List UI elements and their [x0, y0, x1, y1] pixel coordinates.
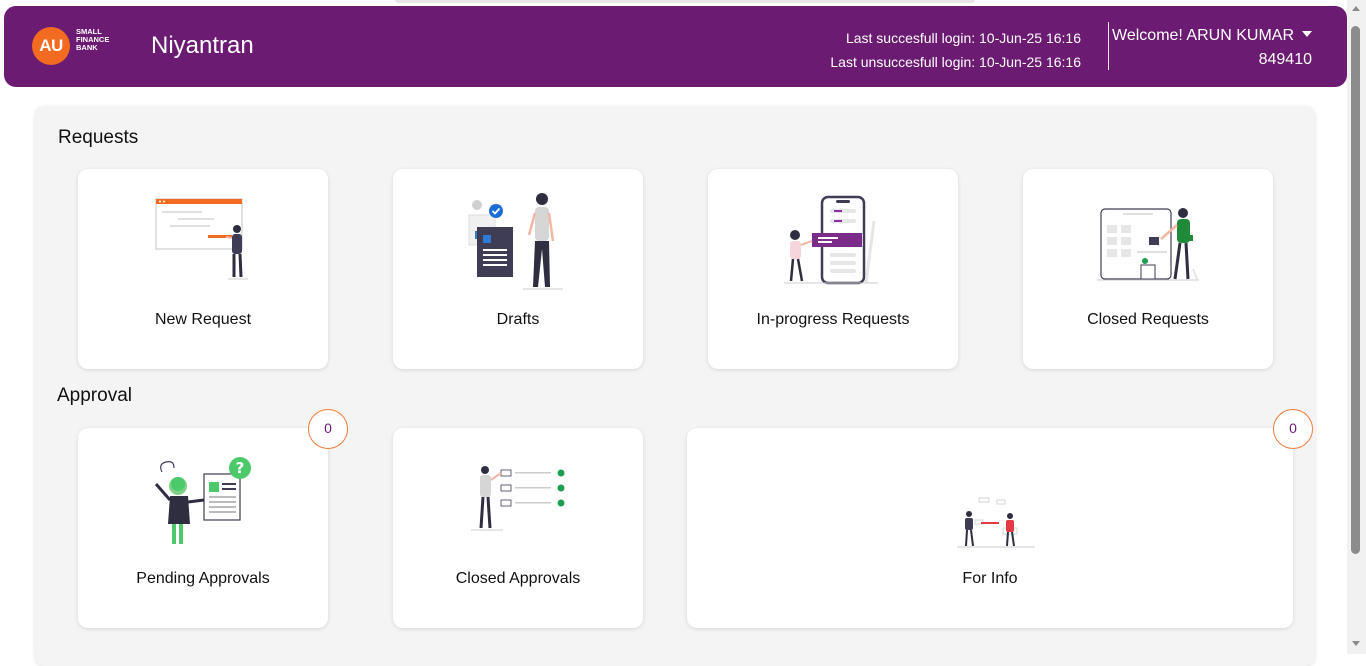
mobile-progress-illustration-icon: [784, 195, 878, 285]
au-bank-logo[interactable]: AU SMALL FINANCE BANK: [32, 26, 122, 66]
login-info: Last succesfull login: 10-Jun-25 16:16 L…: [830, 26, 1081, 74]
app-header: AU SMALL FINANCE BANK Niyantran Last suc…: [4, 6, 1347, 87]
new-request-card[interactable]: New Request: [78, 169, 328, 369]
new-request-label: New Request: [154, 311, 252, 328]
for-info-label: For Info: [962, 570, 1018, 587]
pending-approvals-card[interactable]: ? Pending Approvals: [78, 428, 328, 628]
svg-text:?: ?: [236, 459, 245, 477]
header-divider: [1108, 22, 1109, 70]
last-unsuccess-login: Last unsuccesfull login: 10-Jun-25 16:16: [830, 54, 1081, 70]
welcome-text[interactable]: Welcome! ARUN KUMAR: [1112, 27, 1294, 44]
vertical-scrollbar[interactable]: [1347, 0, 1366, 654]
pending-approvals-label: Pending Approvals: [136, 570, 270, 587]
dashboard-closed-illustration-icon: [1097, 208, 1199, 281]
in-progress-requests-label: In-progress Requests: [756, 311, 910, 328]
closed-approvals-label: Closed Approvals: [455, 570, 581, 587]
closed-requests-card[interactable]: Closed Requests: [1023, 169, 1273, 369]
last-success-login: Last succesfull login: 10-Jun-25 16:16: [845, 30, 1081, 46]
top-tab-edge: [395, 0, 975, 3]
in-progress-requests-card[interactable]: In-progress Requests: [708, 169, 958, 369]
user-id: 849410: [1258, 51, 1312, 68]
app-title: Niyantran: [151, 32, 254, 59]
logo-text: SMALL FINANCE BANK: [76, 28, 126, 52]
pending-approvals-count-badge: 0: [308, 409, 348, 449]
closed-approvals-card[interactable]: Closed Approvals: [393, 428, 643, 628]
drafts-card[interactable]: Drafts: [393, 169, 643, 369]
document-draft-illustration-icon: [468, 193, 563, 290]
scroll-up-arrow-icon[interactable]: [1352, 6, 1360, 11]
dashboard-panel: Requests New Request Drafts In-progress …: [35, 106, 1315, 666]
approval-section-title: Approval: [57, 385, 132, 406]
checklist-illustration-icon: [471, 466, 565, 531]
user-menu[interactable]: Welcome! ARUN KUMAR 849410: [1112, 24, 1312, 72]
scrollbar-thumb[interactable]: [1351, 26, 1360, 554]
caret-down-icon[interactable]: [1302, 30, 1312, 37]
closed-requests-label: Closed Requests: [1087, 311, 1209, 328]
presentation-illustration-icon: [155, 198, 248, 280]
for-info-count-badge: 0: [1273, 409, 1313, 449]
question-document-illustration-icon: ?: [154, 457, 251, 544]
collaboration-illustration-icon: [957, 497, 1035, 548]
logo-mark: AU: [32, 27, 70, 65]
requests-section-title: Requests: [58, 127, 139, 148]
drafts-label: Drafts: [496, 311, 540, 328]
for-info-card[interactable]: For Info: [687, 428, 1293, 628]
scroll-down-arrow-icon[interactable]: [1352, 641, 1360, 646]
logo-line: BANK: [76, 43, 98, 52]
